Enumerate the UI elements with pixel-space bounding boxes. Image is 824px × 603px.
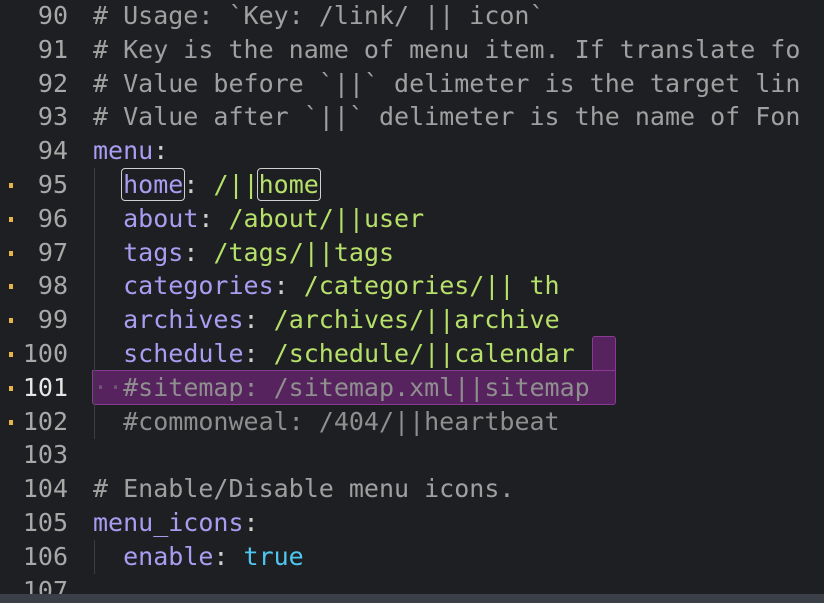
token: /|| (213, 170, 259, 199)
line-number: 90 (37, 1, 68, 30)
code-text: # Key is the name of menu item. If trans… (93, 33, 800, 67)
code-line-99[interactable]: 99 archives: /archives/||archive (0, 303, 824, 338)
token: menu (93, 136, 154, 166)
code-text: menu: (93, 134, 168, 168)
code-line-93[interactable]: 93 # Value after `||` delimeter is the na… (0, 100, 824, 134)
code-line-100[interactable]: 100 schedule: /schedule/||calendar (0, 337, 824, 371)
token: ·· (93, 372, 124, 402)
line-number: 99 (37, 305, 68, 335)
line-number: 100 (22, 339, 68, 368)
token: : (243, 508, 259, 537)
line-number: 101 (22, 372, 68, 402)
code-text: menu_icons: (93, 506, 259, 540)
token: /tags/||tags (213, 237, 395, 267)
code-line-95[interactable]: 95 home: /||home (0, 168, 824, 202)
token: # Usage: `Key: /link/ || icon` (93, 1, 545, 30)
line-number: 106 (22, 541, 68, 571)
line-number: 104 (22, 474, 68, 504)
token: home (121, 168, 186, 201)
code-text: home: /||home (93, 168, 321, 202)
code-text: # Value before `||` delimeter is the tar… (93, 67, 800, 101)
token: #commonweal: /404/||heartbeat (123, 406, 560, 436)
line-number: 96 (37, 203, 68, 233)
line-number: 102 (22, 406, 68, 436)
code-line-91[interactable]: 91 # Key is the name of menu item. If tra… (0, 33, 824, 67)
code-text: tags: /tags/||tags (93, 236, 394, 270)
line-number: 98 (37, 271, 68, 301)
token: true (243, 541, 304, 571)
code-text: # Usage: `Key: /link/ || icon` (93, 0, 545, 33)
token: /about/||user (228, 203, 425, 233)
line-number: 92 (37, 68, 68, 98)
token: enable (123, 541, 214, 571)
code-line-106[interactable]: 106 enable: true (0, 539, 824, 574)
code-text: about: /about/||user (93, 202, 424, 236)
code-line-98[interactable]: 98 categories: /categories/|| th (0, 269, 824, 304)
token: archives (123, 305, 244, 335)
token: tags (123, 237, 184, 267)
token: # Value before `||` delimeter is the tar… (93, 68, 801, 98)
code-text: #commonweal: /404/||heartbeat (93, 405, 560, 439)
code-text: categories: /categories/|| th (93, 269, 560, 303)
code-line-96[interactable]: 96 about: /about/||user (0, 201, 824, 236)
line-number: 105 (22, 508, 68, 537)
token: menu_icons (93, 508, 244, 537)
code-text: enable: true (93, 540, 304, 574)
code-line-103[interactable]: 103 (0, 438, 824, 472)
code-text: # Enable/Disable menu icons. (93, 472, 514, 506)
code-line-101[interactable]: 101 ··#sitemap: /sitemap.xml||sitemap (0, 370, 824, 405)
token: : (198, 203, 229, 233)
code-line-104[interactable]: 104 # Enable/Disable menu icons. (0, 472, 824, 506)
token: /schedule/||calendar (273, 339, 575, 368)
line-number: 93 (37, 102, 68, 132)
horizontal-scrollbar[interactable] (0, 594, 824, 603)
code-text: archives: /archives/||archive (93, 303, 560, 337)
token: # Key is the name of menu item. If trans… (93, 34, 801, 64)
line-number: 94 (37, 136, 68, 166)
token: : (273, 271, 304, 301)
token: categories (123, 271, 274, 301)
token: home (256, 168, 321, 201)
token: : (243, 339, 274, 368)
token: #sitemap: /sitemap.xml||sitemap (123, 372, 590, 402)
code-line-97[interactable]: 97 tags: /tags/||tags (0, 235, 824, 270)
code-text: ··#sitemap: /sitemap.xml||sitemap (93, 371, 590, 405)
token: : (183, 170, 214, 199)
code-editor[interactable]: 90 # Usage: `Key: /link/ || icon` 91 # Key … (0, 0, 824, 603)
token: : (183, 237, 214, 267)
line-number: 91 (37, 34, 68, 64)
token: about (123, 203, 199, 233)
line-number: 97 (37, 237, 68, 267)
code-text: schedule: /schedule/||calendar (93, 337, 575, 371)
code-line-94[interactable]: 94 menu: (0, 134, 824, 168)
code-text: # Value after `||` delimeter is the name… (93, 100, 800, 134)
token: # Value after `||` delimeter is the name… (93, 102, 801, 132)
code-line-90[interactable]: 90 # Usage: `Key: /link/ || icon` (0, 0, 824, 33)
token: : (153, 136, 169, 166)
token: schedule (123, 339, 244, 368)
token: /categories/|| th (303, 271, 560, 301)
code-line-105[interactable]: 105 menu_icons: (0, 506, 824, 540)
token: : (213, 541, 244, 571)
token: /archives/||archive (273, 305, 560, 335)
token: # Enable/Disable menu icons. (93, 474, 515, 504)
line-number: 103 (22, 440, 68, 470)
token: : (243, 305, 274, 335)
code-line-92[interactable]: 92 # Value before `||` delimeter is the t… (0, 67, 824, 101)
line-number: 95 (37, 170, 68, 199)
code-line-102[interactable]: 102 #commonweal: /404/||heartbeat (0, 404, 824, 439)
